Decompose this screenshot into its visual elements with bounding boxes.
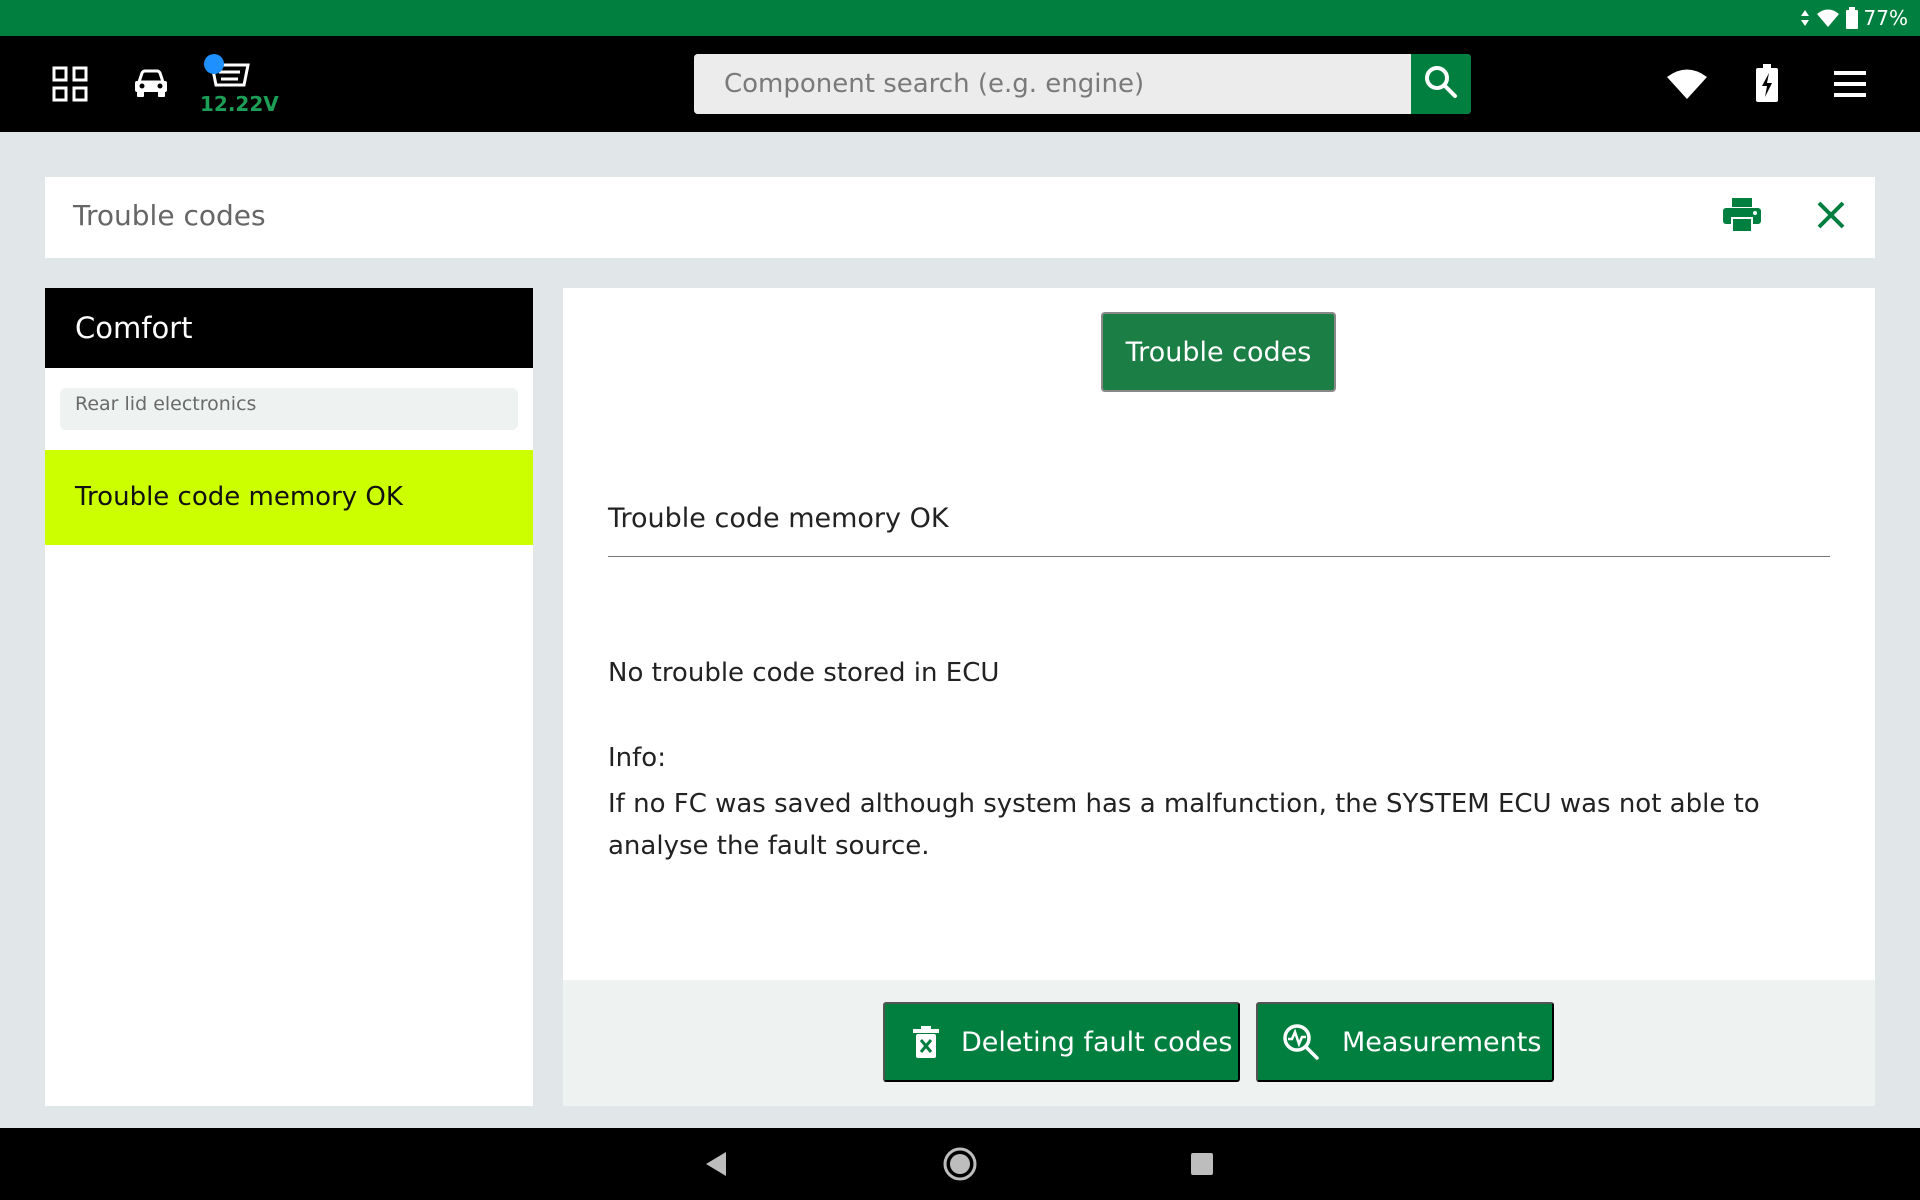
search-icon <box>1424 65 1458 103</box>
search-input[interactable] <box>694 54 1411 114</box>
sidebar: Comfort Rear lid electronics Trouble cod… <box>45 288 533 1106</box>
measurement-search-icon <box>1283 1024 1319 1060</box>
car-icon[interactable] <box>131 64 171 104</box>
measurements-button[interactable]: Measurements <box>1256 1002 1554 1082</box>
trash-icon <box>913 1026 939 1058</box>
wifi-icon[interactable] <box>1665 64 1709 104</box>
sidebar-header: Comfort <box>45 288 533 368</box>
delete-fault-codes-label: Deleting fault codes <box>961 1026 1233 1058</box>
main-panel: Trouble codes Trouble code memory OK No … <box>563 288 1875 1106</box>
system-nav-bar <box>0 1128 1920 1200</box>
print-icon <box>1723 198 1761 236</box>
sidebar-item-trouble-code-memory[interactable]: Trouble code memory OK <box>45 450 533 545</box>
search-button[interactable] <box>1411 54 1471 114</box>
status-bar: 77% <box>0 0 1920 36</box>
title-card: Trouble codes <box>45 177 1875 258</box>
action-bar: Deleting fault codes Measurements <box>563 980 1875 1106</box>
info-label: Info: <box>608 743 666 773</box>
app-bar: 12.22V <box>0 36 1920 132</box>
delete-fault-codes-button[interactable]: Deleting fault codes <box>883 1002 1240 1082</box>
connection-status-dot <box>204 54 224 74</box>
recents-icon[interactable] <box>1180 1142 1224 1186</box>
search-box <box>694 54 1471 114</box>
close-icon <box>1816 200 1846 234</box>
battery-voltage: 12.22V <box>200 92 279 116</box>
grid-icon[interactable] <box>50 64 90 104</box>
home-icon[interactable] <box>938 1142 982 1186</box>
divider <box>608 556 1830 557</box>
print-button[interactable] <box>1722 197 1762 237</box>
sidebar-subheader: Rear lid electronics <box>60 388 518 430</box>
menu-icon[interactable] <box>1830 64 1870 104</box>
wifi-icon <box>1816 8 1840 28</box>
battery-percent: 77% <box>1863 6 1908 30</box>
battery-icon <box>1845 7 1858 29</box>
data-arrows-icon <box>1800 8 1810 28</box>
tab-trouble-codes[interactable]: Trouble codes <box>1101 312 1336 392</box>
back-icon[interactable] <box>694 1142 738 1186</box>
page-title: Trouble codes <box>73 199 266 232</box>
measurements-label: Measurements <box>1342 1026 1542 1058</box>
result-message: No trouble code stored in ECU <box>608 658 1000 688</box>
status-icons: 77% <box>1800 0 1908 36</box>
battery-charging-icon[interactable] <box>1752 60 1782 106</box>
close-button[interactable] <box>1811 197 1851 237</box>
result-title: Trouble code memory OK <box>608 503 949 534</box>
info-text: If no FC was saved although system has a… <box>608 789 1760 861</box>
